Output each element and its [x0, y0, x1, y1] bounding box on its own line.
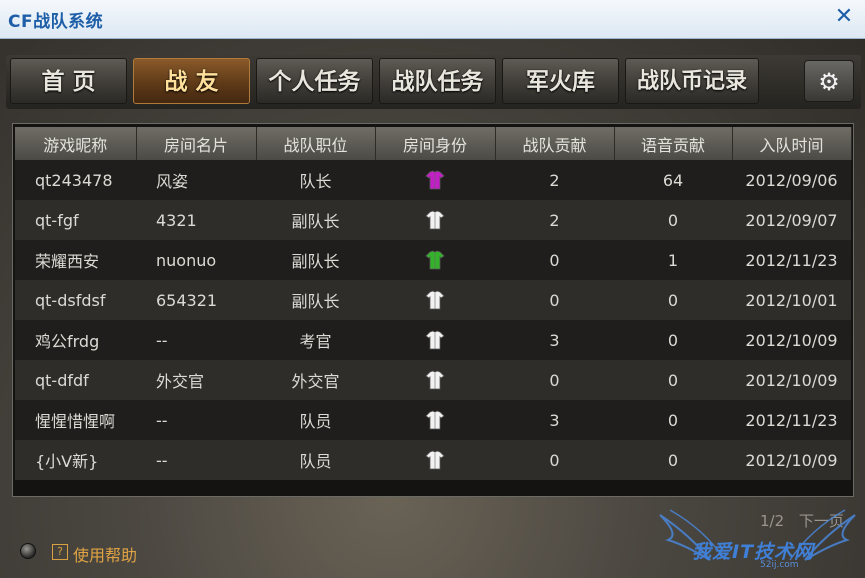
- status-dot-icon: [20, 543, 36, 559]
- cell-nickname: 荣耀西安: [15, 240, 136, 280]
- cell-voice-contribution: 0: [614, 360, 732, 400]
- cell-position: 队员: [256, 400, 375, 440]
- tab-personal-tasks[interactable]: 个人任务: [256, 58, 373, 104]
- cell-position: 考官: [256, 320, 375, 360]
- cell-nickname: 惺惺惜惺啊: [15, 400, 136, 440]
- table-row[interactable]: qt243478 风姿 队长 2 64 2012/09/06: [15, 160, 851, 200]
- column-header-room-identity[interactable]: 房间身份: [375, 127, 496, 160]
- cell-nickname: qt-dsfdsf: [15, 280, 136, 320]
- cell-voice-contribution: 64: [614, 160, 732, 200]
- white-shirt-icon: [425, 330, 445, 350]
- cell-team-contribution: 3: [495, 400, 614, 440]
- tab-bar: 首 页 战 友 个人任务 战队任务 军火库 战队币记录 ⚙: [6, 55, 861, 109]
- cell-room-card: --: [136, 320, 256, 360]
- table-row[interactable]: qt-dsfdsf 654321 副队长 0 0 2012/10/01: [15, 280, 851, 320]
- cell-join-date: 2012/10/01: [732, 280, 851, 320]
- cell-room-card: 风姿: [136, 160, 256, 200]
- cell-join-date: 2012/09/07: [732, 200, 851, 240]
- cell-room-card: nuonuo: [136, 240, 256, 280]
- cell-room-identity: [375, 320, 495, 360]
- cell-team-contribution: 2: [495, 200, 614, 240]
- cell-room-card: --: [136, 440, 256, 480]
- column-header-room-card[interactable]: 房间名片: [136, 127, 257, 160]
- cell-room-card: 4321: [136, 200, 256, 240]
- cell-voice-contribution: 0: [614, 200, 732, 240]
- close-icon[interactable]: ✕: [831, 3, 857, 31]
- cell-room-card: 654321: [136, 280, 256, 320]
- purple-shirt-icon: [425, 170, 445, 190]
- cell-room-card: 外交官: [136, 360, 256, 400]
- cell-join-date: 2012/11/23: [732, 400, 851, 440]
- cell-room-identity: [375, 160, 495, 200]
- cell-team-contribution: 0: [495, 240, 614, 280]
- tab-team-coin-record[interactable]: 战队币记录: [625, 58, 759, 104]
- cell-position: 副队长: [256, 280, 375, 320]
- help-icon[interactable]: ?: [52, 544, 68, 560]
- cell-room-identity: [375, 200, 495, 240]
- cell-nickname: 鸡公frdg: [15, 320, 136, 360]
- member-table-panel: 游戏昵称 房间名片 战队职位 房间身份 战队贡献 语音贡献 入队时间 qt243…: [12, 123, 854, 497]
- table-header-row: 游戏昵称 房间名片 战队职位 房间身份 战队贡献 语音贡献 入队时间: [15, 127, 852, 160]
- cf-team-window: CF战队系统 ✕ 首 页 战 友 个人任务 战队任务 军火库 战队币记录 ⚙ 游…: [0, 0, 865, 578]
- cell-position: 外交官: [256, 360, 375, 400]
- cell-nickname: qt-fgf: [15, 200, 136, 240]
- column-header-voice-contribution[interactable]: 语音贡献: [614, 127, 733, 160]
- white-shirt-icon: [425, 370, 445, 390]
- cell-voice-contribution: 0: [614, 320, 732, 360]
- cell-position: 队员: [256, 440, 375, 480]
- cell-join-date: 2012/10/09: [732, 360, 851, 400]
- cell-position: 队长: [256, 160, 375, 200]
- cell-room-identity: [375, 240, 495, 280]
- cell-nickname: qt-dfdf: [15, 360, 136, 400]
- watermark-subtext: 52ij.com: [760, 560, 799, 570]
- cell-voice-contribution: 1: [614, 240, 732, 280]
- cell-position: 副队长: [256, 240, 375, 280]
- tab-teammates[interactable]: 战 友: [133, 58, 250, 104]
- cell-join-date: 2012/10/09: [732, 440, 851, 480]
- cell-team-contribution: 2: [495, 160, 614, 200]
- title-bar: CF战队系统 ✕: [0, 0, 865, 39]
- cell-join-date: 2012/11/23: [732, 240, 851, 280]
- cell-nickname: qt243478: [15, 160, 136, 200]
- column-header-nickname[interactable]: 游戏昵称: [15, 127, 137, 160]
- table-row[interactable]: qt-fgf 4321 副队长 2 0 2012/09/07: [15, 200, 851, 240]
- white-shirt-icon: [425, 290, 445, 310]
- cell-join-date: 2012/09/06: [732, 160, 851, 200]
- cell-voice-contribution: 0: [614, 440, 732, 480]
- cell-room-identity: [375, 280, 495, 320]
- gear-icon[interactable]: ⚙: [804, 60, 854, 102]
- white-shirt-icon: [425, 410, 445, 430]
- table-row[interactable]: 惺惺惜惺啊 -- 队员 3 0 2012/11/23: [15, 400, 851, 440]
- cell-room-identity: [375, 400, 495, 440]
- tab-team-tasks[interactable]: 战队任务: [379, 58, 496, 104]
- cell-team-contribution: 3: [495, 320, 614, 360]
- table-row[interactable]: 鸡公frdg -- 考官 3 0 2012/10/09: [15, 320, 851, 360]
- member-table: 游戏昵称 房间名片 战队职位 房间身份 战队贡献 语音贡献 入队时间 qt243…: [15, 127, 852, 480]
- tab-home[interactable]: 首 页: [10, 58, 127, 104]
- cell-team-contribution: 0: [495, 280, 614, 320]
- cell-room-card: --: [136, 400, 256, 440]
- column-header-position[interactable]: 战队职位: [256, 127, 376, 160]
- white-shirt-icon: [425, 450, 445, 470]
- table-row[interactable]: 荣耀西安 nuonuo 副队长 0 1 2012/11/23: [15, 240, 851, 280]
- cell-position: 副队长: [256, 200, 375, 240]
- cell-nickname: {小V新}: [15, 440, 136, 480]
- cell-voice-contribution: 0: [614, 400, 732, 440]
- column-header-team-contribution[interactable]: 战队贡献: [495, 127, 615, 160]
- table-row[interactable]: {小V新} -- 队员 0 0 2012/10/09: [15, 440, 851, 480]
- cell-join-date: 2012/10/09: [732, 320, 851, 360]
- cell-room-identity: [375, 440, 495, 480]
- help-link[interactable]: 使用帮助: [73, 542, 137, 566]
- green-shirt-icon: [425, 250, 445, 270]
- table-row[interactable]: qt-dfdf 外交官 外交官 0 0 2012/10/09: [15, 360, 851, 400]
- cell-voice-contribution: 0: [614, 280, 732, 320]
- cell-team-contribution: 0: [495, 360, 614, 400]
- cell-team-contribution: 0: [495, 440, 614, 480]
- tab-armory[interactable]: 军火库: [502, 58, 619, 104]
- column-header-join-date[interactable]: 入队时间: [732, 127, 852, 160]
- cell-room-identity: [375, 360, 495, 400]
- white-shirt-icon: [425, 210, 445, 230]
- window-title: CF战队系统: [8, 12, 104, 32]
